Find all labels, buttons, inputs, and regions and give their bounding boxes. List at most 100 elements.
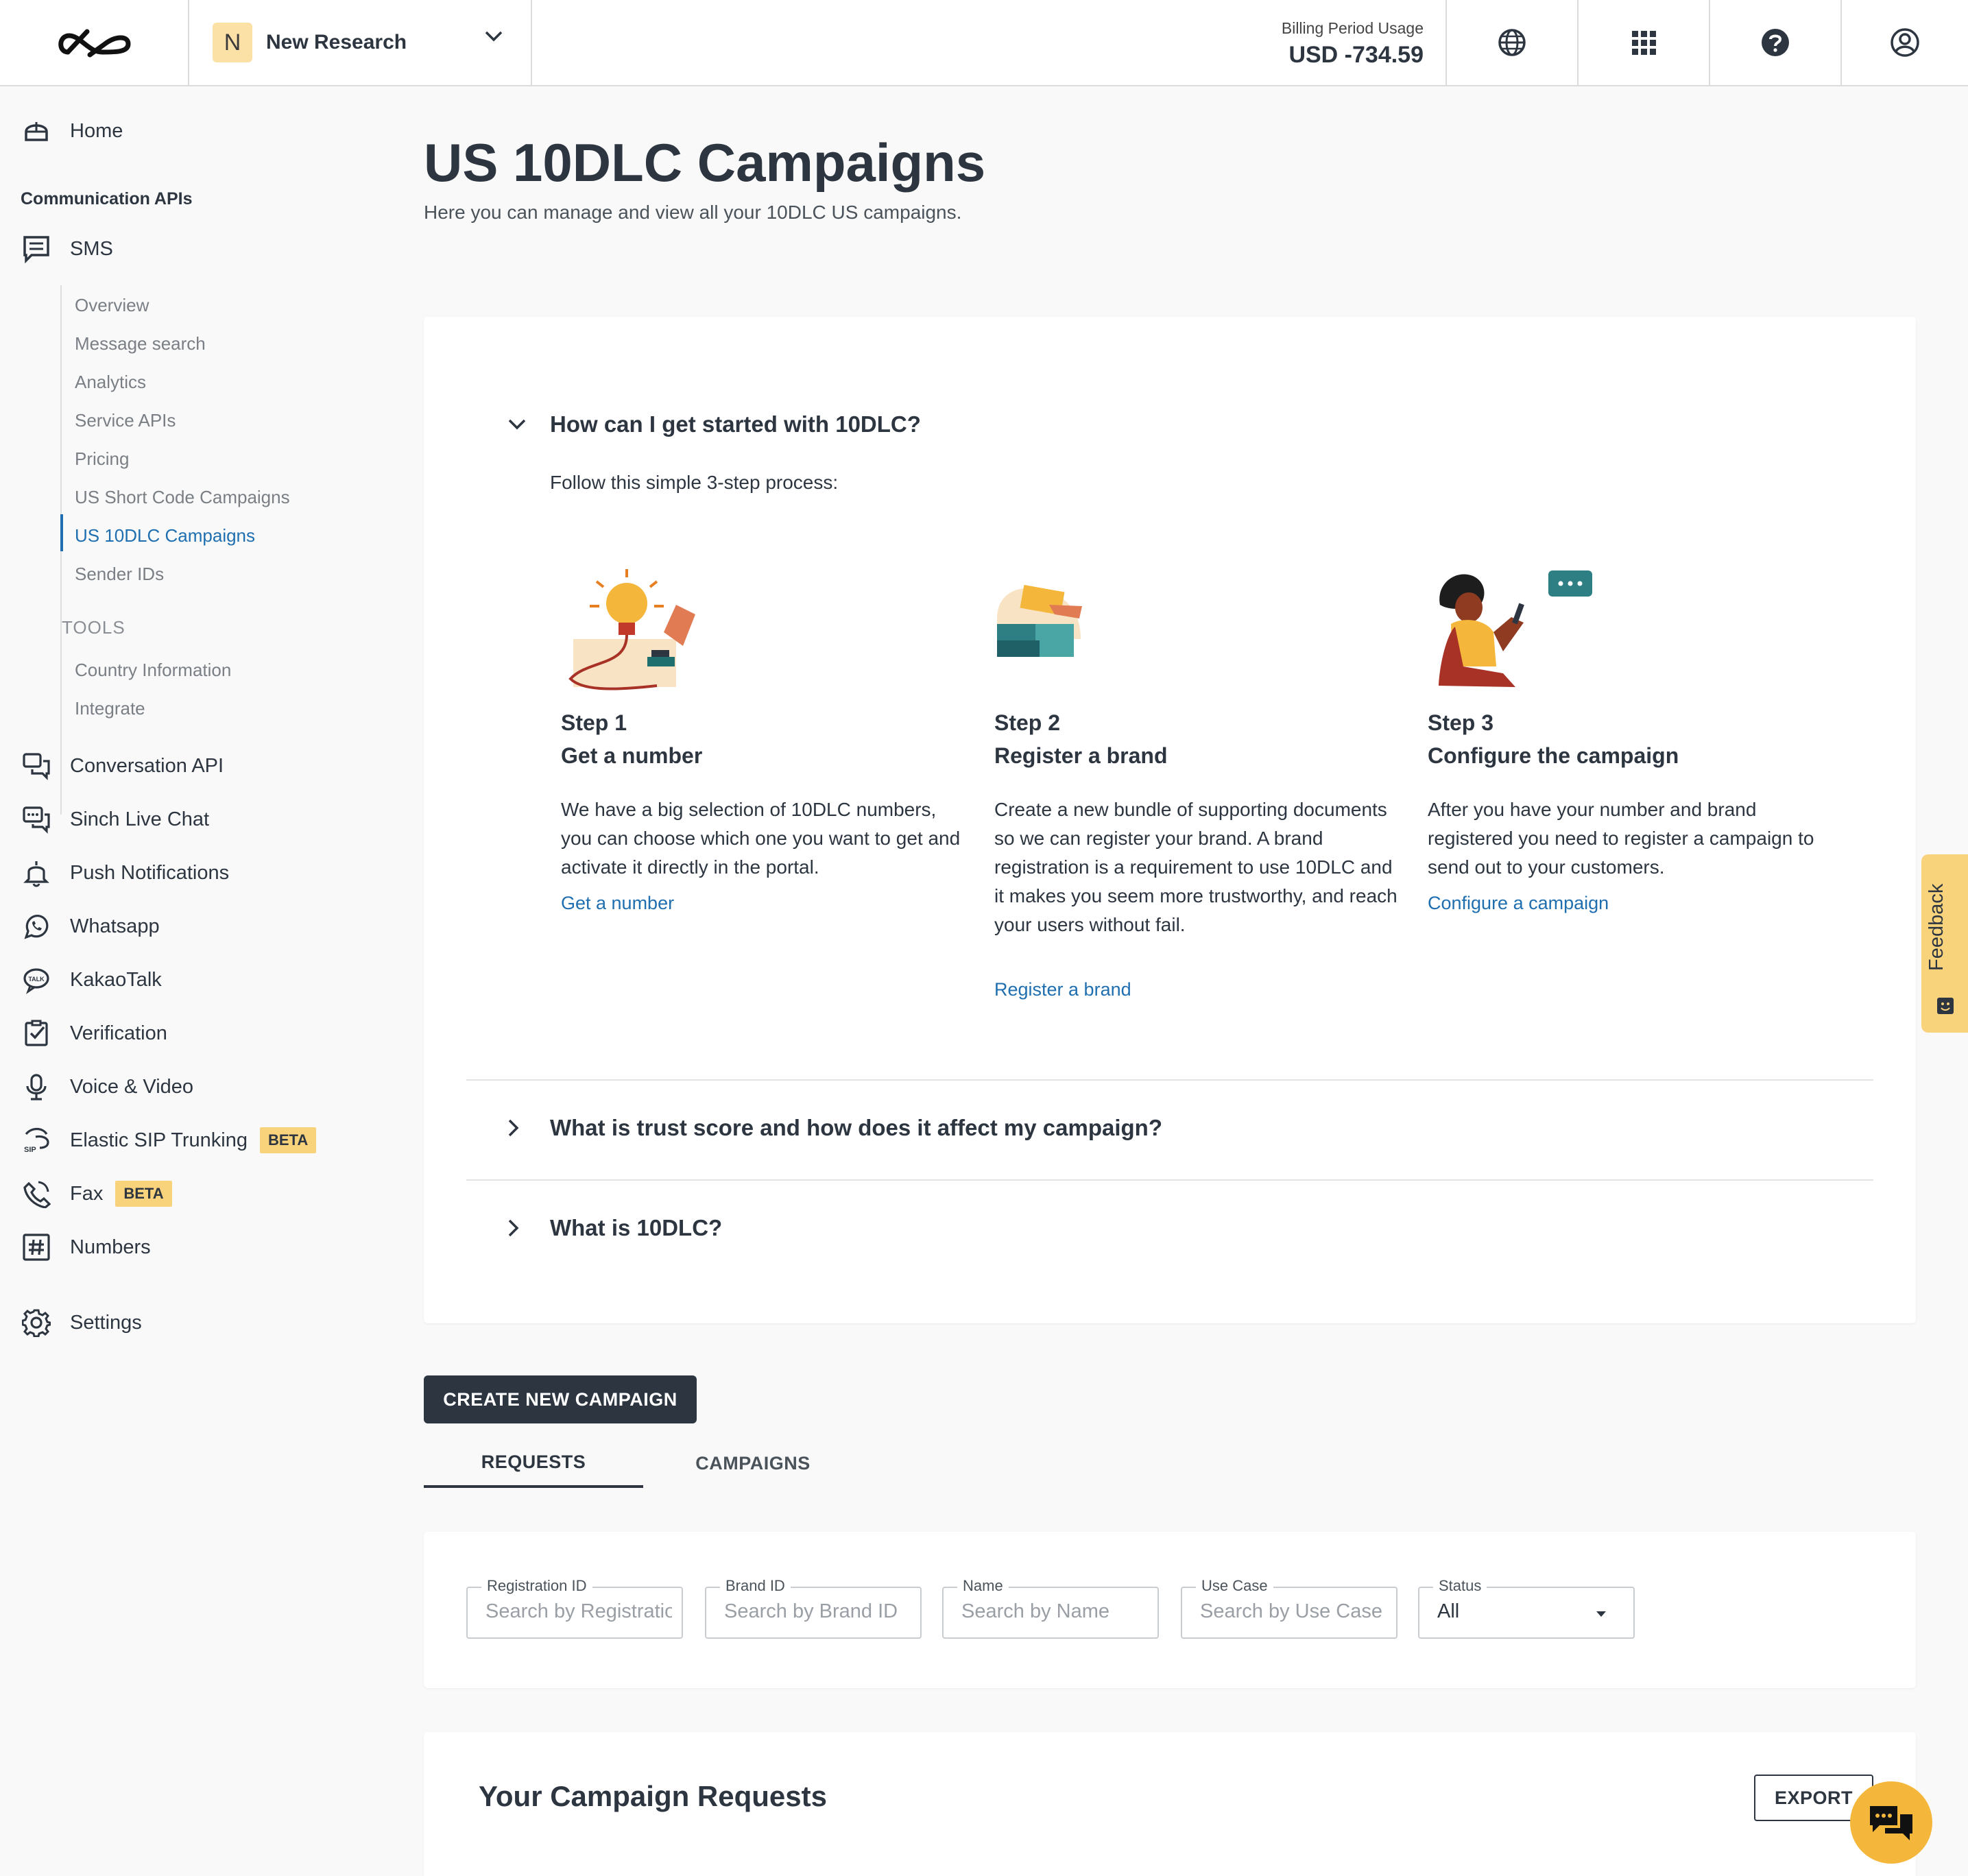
faq-question-trust-score[interactable]: What is trust score and how does it affe… <box>508 1115 1162 1141</box>
help-icon <box>1762 29 1789 56</box>
account-icon <box>1891 28 1919 57</box>
account-button[interactable] <box>1840 0 1968 85</box>
sidebar-item-label: SMS <box>70 237 113 260</box>
svg-text:TALK: TALK <box>28 976 45 983</box>
smiley-icon <box>1937 998 1954 1014</box>
whatsapp-icon <box>21 911 52 942</box>
language-button[interactable] <box>1445 0 1577 85</box>
svg-text:SIP: SIP <box>24 1146 36 1154</box>
documents-illustration <box>997 585 1082 657</box>
sidebar-item-kakaotalk[interactable]: TALK KakaoTalk <box>21 964 162 996</box>
configure-a-campaign-link[interactable]: Configure a campaign <box>1428 893 1609 914</box>
sidebar-subitem-integrate[interactable]: Integrate <box>75 698 145 719</box>
sidebar-subitem-sender-ids[interactable]: Sender IDs <box>75 564 164 585</box>
step-1: Step 1 Get a number We have a big select… <box>561 564 965 948</box>
sidebar-item-label: Conversation API <box>70 754 224 777</box>
brand-id-field[interactable]: Brand ID <box>705 1577 922 1639</box>
help-button[interactable] <box>1709 0 1840 85</box>
sip-icon: SIP <box>21 1125 52 1156</box>
sidebar-subitem-us-short-code-campaigns[interactable]: US Short Code Campaigns <box>75 487 290 508</box>
chevron-down-icon <box>485 31 503 42</box>
get-a-number-link[interactable]: Get a number <box>561 893 674 914</box>
project-switcher[interactable]: N New Research <box>189 0 532 85</box>
name-input[interactable] <box>961 1600 1148 1623</box>
active-indicator <box>60 514 63 551</box>
create-new-campaign-button[interactable]: CREATE NEW CAMPAIGN <box>424 1375 697 1423</box>
step-description: Create a new bundle of supporting docume… <box>994 799 1397 935</box>
sidebar-item-label: Push Notifications <box>70 861 230 884</box>
sidebar-item-numbers[interactable]: Numbers <box>21 1231 151 1263</box>
sinch-logo[interactable] <box>0 0 189 85</box>
conversation-icon <box>21 750 52 782</box>
billing-usage: Billing Period Usage USD -734.59 <box>1166 19 1424 69</box>
faq-divider <box>466 1179 1873 1181</box>
use-case-field[interactable]: Use Case <box>1181 1577 1397 1639</box>
sidebar-subitem-analytics[interactable]: Analytics <box>75 372 146 393</box>
sidebar-item-fax[interactable]: Fax BETA <box>21 1178 172 1210</box>
registration-id-field[interactable]: Registration ID <box>466 1577 683 1639</box>
chevron-down-icon <box>508 419 526 430</box>
project-name: New Research <box>266 31 407 53</box>
sidebar-item-settings[interactable]: Settings <box>21 1307 142 1338</box>
sidebar: Home Communication APIs SMS Overview Mes… <box>0 86 384 1876</box>
sidebar-item-sinch-live-chat[interactable]: Sinch Live Chat <box>21 804 209 835</box>
home-icon <box>21 115 52 147</box>
step-description: After you have your number and brand reg… <box>1428 799 1814 878</box>
tools-submenu-rail <box>60 656 62 815</box>
faq-question-getting-started[interactable]: How can I get started with 10DLC? <box>508 411 921 437</box>
sidebar-item-verification[interactable]: Verification <box>21 1018 167 1049</box>
faq-card: How can I get started with 10DLC? Follow… <box>424 317 1916 1323</box>
sidebar-subitem-message-search[interactable]: Message search <box>75 333 206 354</box>
gear-icon <box>21 1307 52 1338</box>
apps-button[interactable] <box>1577 0 1709 85</box>
chevron-right-icon <box>508 1219 519 1237</box>
faq-intro-text: Follow this simple 3-step process: <box>550 472 839 493</box>
sidebar-item-elastic-sip-trunking[interactable]: SIP Elastic SIP Trunking BETA <box>21 1125 317 1156</box>
sidebar-item-voice-video[interactable]: Voice & Video <box>21 1071 193 1103</box>
sidebar-item-push-notifications[interactable]: Push Notifications <box>21 857 229 889</box>
beta-badge: BETA <box>115 1181 172 1207</box>
faq-question-what-is-10dlc[interactable]: What is 10DLC? <box>508 1215 722 1241</box>
sidebar-item-whatsapp[interactable]: Whatsapp <box>21 911 160 942</box>
section-title-communication-apis: Communication APIs <box>21 189 193 208</box>
sidebar-item-home[interactable]: Home <box>21 115 123 147</box>
sidebar-subitem-overview[interactable]: Overview <box>75 295 149 316</box>
sinch-logo-icon <box>58 29 131 58</box>
tab-campaigns[interactable]: CAMPAIGNS <box>643 1439 863 1488</box>
sidebar-subitem-us-10dlc-campaigns[interactable]: US 10DLC Campaigns <box>75 525 255 546</box>
sidebar-subitem-pricing[interactable]: Pricing <box>75 448 129 470</box>
globe-icon <box>1498 29 1526 56</box>
registration-id-input[interactable] <box>485 1600 672 1623</box>
kakaotalk-icon: TALK <box>21 964 52 996</box>
feedback-tab[interactable]: Feedback <box>1921 854 1968 1033</box>
apps-grid-icon <box>1632 31 1656 55</box>
step-number: Step 2 <box>994 710 1061 735</box>
step-3: Step 3 Configure the campaign After you … <box>1428 564 1832 948</box>
sidebar-item-conversation-api[interactable]: Conversation API <box>21 750 224 782</box>
field-label: Use Case <box>1196 1577 1273 1595</box>
sidebar-subitem-country-information[interactable]: Country Information <box>75 660 231 681</box>
step-description: We have a big selection of 10DLC numbers… <box>561 799 961 878</box>
fax-phone-icon <box>21 1178 52 1210</box>
register-a-brand-link[interactable]: Register a brand <box>994 979 1131 1000</box>
chat-bubbles-icon <box>1870 1806 1912 1840</box>
sidebar-item-label: Voice & Video <box>70 1075 194 1098</box>
sidebar-item-label: Elastic SIP Trunking <box>70 1129 248 1151</box>
sidebar-subitem-service-apis[interactable]: Service APIs <box>75 410 176 431</box>
step-2: Step 2 Register a brand Create a new bun… <box>994 564 1399 1002</box>
tools-section-title: TOOLS <box>62 617 125 638</box>
step-title: Register a brand <box>994 743 1168 768</box>
status-select[interactable]: Status All <box>1418 1577 1635 1639</box>
sidebar-item-sms[interactable]: SMS <box>21 233 113 265</box>
microphone-icon <box>21 1071 52 1103</box>
page-title: US 10DLC Campaigns <box>424 132 986 193</box>
live-chat-launcher[interactable] <box>1850 1781 1932 1864</box>
name-field[interactable]: Name <box>942 1577 1159 1639</box>
use-case-input[interactable] <box>1200 1600 1387 1623</box>
beta-badge: BETA <box>259 1127 317 1153</box>
field-label: Registration ID <box>481 1577 592 1595</box>
step-title: Configure the campaign <box>1428 743 1679 768</box>
sidebar-item-label: Home <box>70 119 123 142</box>
brand-id-input[interactable] <box>724 1600 911 1623</box>
tab-requests[interactable]: REQUESTS <box>424 1439 643 1488</box>
